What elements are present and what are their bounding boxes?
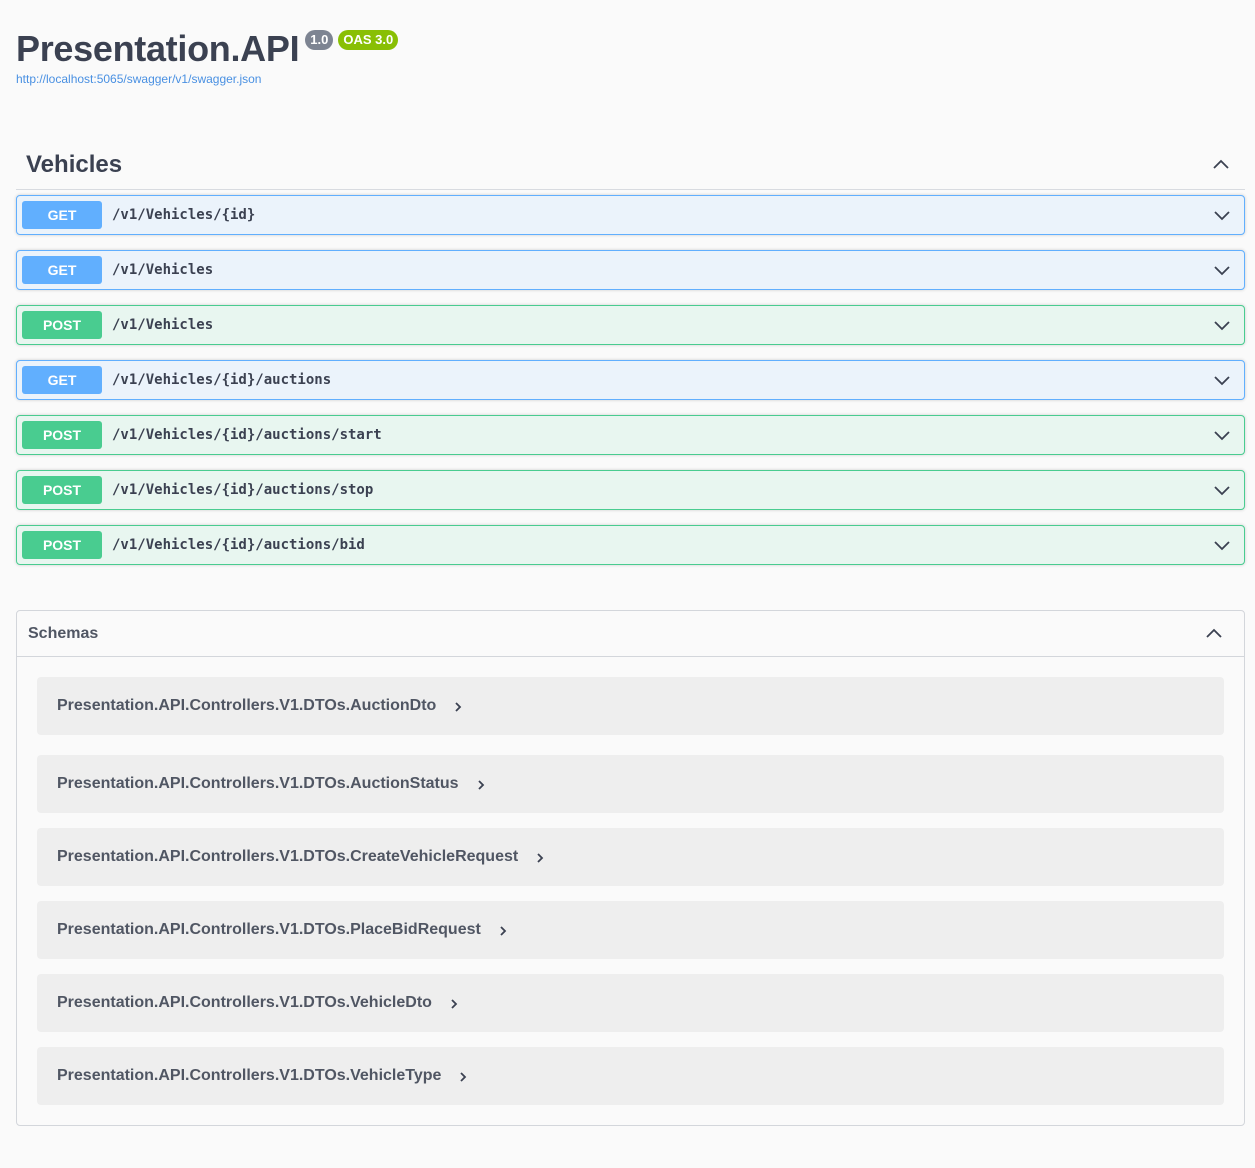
chevron-right-icon[interactable] bbox=[457, 1071, 469, 1083]
version-badge: 1.0 bbox=[305, 30, 334, 50]
chevron-down-icon[interactable] bbox=[1212, 425, 1232, 445]
schema-model-auction-dto[interactable]: Presentation.API.Controllers.V1.DTOs.Auc… bbox=[37, 677, 1224, 735]
operation-path: /v1/Vehicles/{id}/auctions/bid bbox=[112, 537, 365, 553]
method-badge: GET bbox=[22, 201, 102, 229]
chevron-down-icon[interactable] bbox=[1212, 370, 1232, 390]
chevron-right-icon[interactable] bbox=[448, 998, 460, 1010]
model-name: Presentation.API.Controllers.V1.DTOs.Auc… bbox=[57, 775, 459, 792]
api-title: Presentation.API bbox=[16, 28, 300, 69]
operation-path: /v1/Vehicles bbox=[112, 317, 214, 333]
model-name: Presentation.API.Controllers.V1.DTOs.Cre… bbox=[57, 848, 519, 865]
schemas-section: Schemas Presentation.API.Controllers.V1.… bbox=[16, 610, 1245, 1126]
operation-get-vehicle-by-id[interactable]: GET /v1/Vehicles/{id} bbox=[16, 195, 1245, 235]
operation-get-vehicles[interactable]: GET /v1/Vehicles bbox=[16, 250, 1245, 290]
operation-post-auction-start[interactable]: POST /v1/Vehicles/{id}/auctions/start bbox=[16, 415, 1245, 455]
tag-header-vehicles[interactable]: Vehicles bbox=[16, 140, 1245, 190]
operation-path: /v1/Vehicles bbox=[112, 262, 214, 278]
model-name: Presentation.API.Controllers.V1.DTOs.Pla… bbox=[57, 921, 481, 938]
operation-get-vehicle-auctions[interactable]: GET /v1/Vehicles/{id}/auctions bbox=[16, 360, 1245, 400]
method-badge: POST bbox=[22, 531, 102, 559]
model-name: Presentation.API.Controllers.V1.DTOs.Auc… bbox=[57, 697, 437, 714]
schema-model-auction-status[interactable]: Presentation.API.Controllers.V1.DTOs.Auc… bbox=[37, 755, 1224, 813]
operation-path: /v1/Vehicles/{id}/auctions/stop bbox=[112, 482, 374, 498]
schema-model-vehicle-type[interactable]: Presentation.API.Controllers.V1.DTOs.Veh… bbox=[37, 1047, 1224, 1105]
operation-path: /v1/Vehicles/{id}/auctions/start bbox=[112, 427, 382, 443]
chevron-down-icon[interactable] bbox=[1212, 205, 1232, 225]
chevron-down-icon[interactable] bbox=[1212, 480, 1232, 500]
method-badge: GET bbox=[22, 366, 102, 394]
chevron-right-icon[interactable] bbox=[475, 779, 487, 791]
tag-name: Vehicles bbox=[26, 150, 123, 178]
chevron-up-icon[interactable] bbox=[1204, 624, 1224, 644]
operation-post-auction-stop[interactable]: POST /v1/Vehicles/{id}/auctions/stop bbox=[16, 470, 1245, 510]
method-badge: GET bbox=[22, 256, 102, 284]
schema-model-place-bid-request[interactable]: Presentation.API.Controllers.V1.DTOs.Pla… bbox=[37, 901, 1224, 959]
schema-model-vehicle-dto[interactable]: Presentation.API.Controllers.V1.DTOs.Veh… bbox=[37, 974, 1224, 1032]
api-info: Presentation.API 1.0 OAS 3.0 http://loca… bbox=[16, 28, 399, 86]
method-badge: POST bbox=[22, 311, 102, 339]
method-badge: POST bbox=[22, 476, 102, 504]
operation-post-vehicles[interactable]: POST /v1/Vehicles bbox=[16, 305, 1245, 345]
operation-path: /v1/Vehicles/{id}/auctions bbox=[112, 372, 332, 388]
schemas-title: Schemas bbox=[28, 624, 99, 642]
model-name: Presentation.API.Controllers.V1.DTOs.Veh… bbox=[57, 1067, 442, 1084]
schemas-header[interactable]: Schemas bbox=[17, 611, 1244, 657]
chevron-up-icon[interactable] bbox=[1211, 155, 1231, 175]
chevron-right-icon[interactable] bbox=[452, 701, 464, 713]
chevron-down-icon[interactable] bbox=[1212, 535, 1232, 555]
chevron-right-icon[interactable] bbox=[497, 925, 509, 937]
operation-path: /v1/Vehicles/{id} bbox=[112, 207, 256, 223]
chevron-down-icon[interactable] bbox=[1212, 260, 1232, 280]
model-name: Presentation.API.Controllers.V1.DTOs.Veh… bbox=[57, 994, 432, 1011]
method-badge: POST bbox=[22, 421, 102, 449]
chevron-down-icon[interactable] bbox=[1212, 315, 1232, 335]
operations-list: GET /v1/Vehicles/{id} GET /v1/Vehicles P… bbox=[16, 195, 1245, 580]
oas-badge: OAS 3.0 bbox=[338, 30, 399, 50]
spec-url-link[interactable]: http://localhost:5065/swagger/v1/swagger… bbox=[16, 72, 398, 86]
chevron-right-icon[interactable] bbox=[534, 852, 546, 864]
title-row: Presentation.API 1.0 OAS 3.0 bbox=[16, 28, 399, 70]
schema-model-create-vehicle-request[interactable]: Presentation.API.Controllers.V1.DTOs.Cre… bbox=[37, 828, 1224, 886]
operation-post-auction-bid[interactable]: POST /v1/Vehicles/{id}/auctions/bid bbox=[16, 525, 1245, 565]
